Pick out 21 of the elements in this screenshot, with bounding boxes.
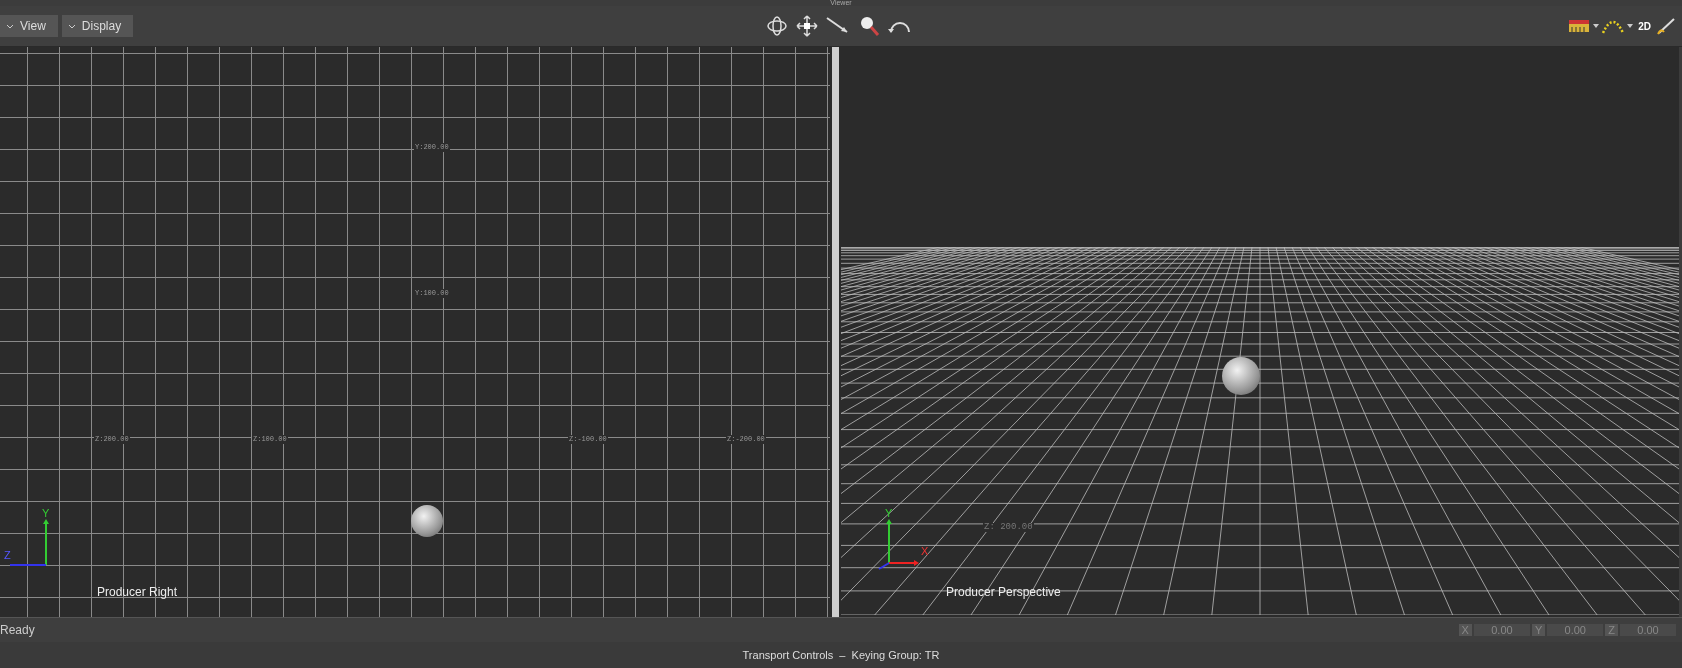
2d-button[interactable]: 2D <box>1636 20 1653 32</box>
axis-gizmo-drawing: Y Z <box>2 507 52 571</box>
dropdown-caret-icon[interactable] <box>1593 24 1600 28</box>
status-message: Ready <box>0 623 35 637</box>
caret-icon <box>6 23 14 30</box>
perspective-viewport[interactable]: Y X Z: 200.00 Producer Perspective <box>841 47 1679 617</box>
sphere <box>411 505 443 537</box>
viewport-name: Producer Perspective <box>946 585 1061 599</box>
caret-icon <box>67 23 76 30</box>
transport-controls-label[interactable]: Transport Controls – Keying Group: TR <box>742 649 940 661</box>
ruler-icon[interactable] <box>1568 17 1591 35</box>
orbit-icon[interactable] <box>765 14 789 38</box>
dropdown-caret-icon[interactable] <box>1627 24 1634 28</box>
grid-label: Z: 200.00 <box>983 523 1034 532</box>
move-icon[interactable] <box>795 14 819 38</box>
viewport-splitter[interactable] <box>830 47 841 617</box>
menu-button[interactable]: Display <box>61 15 134 37</box>
axis-gizmo-drawing: Y X <box>871 507 933 571</box>
sphere <box>1222 357 1260 395</box>
menu-button[interactable]: View <box>0 15 58 37</box>
viewport-name: Producer Right <box>97 585 178 599</box>
